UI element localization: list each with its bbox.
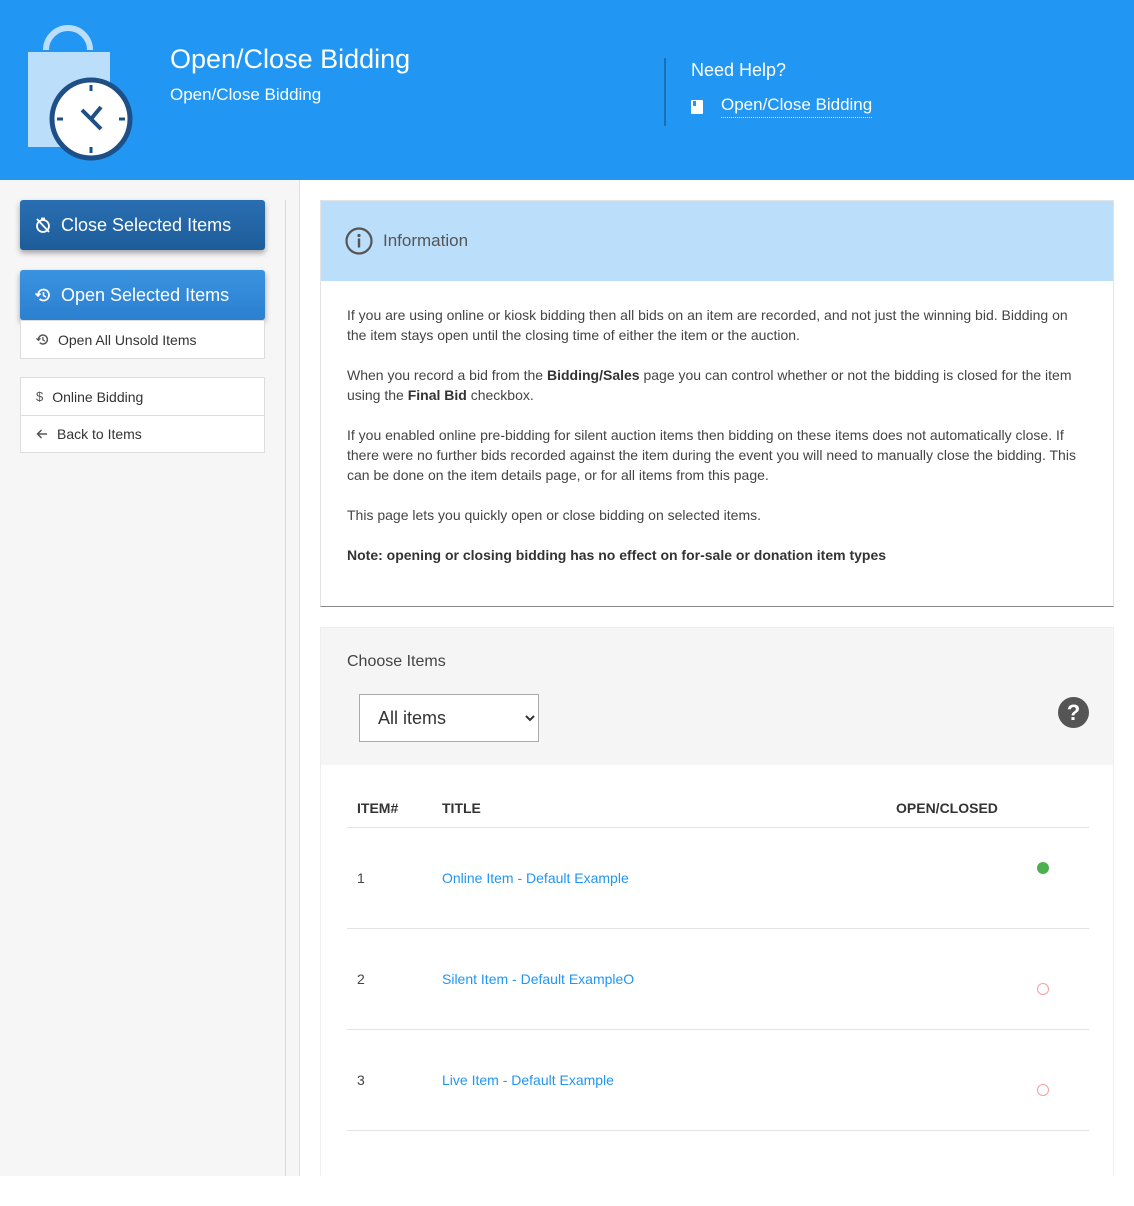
item-number: 1: [357, 870, 365, 886]
info-paragraph-2: When you record a bid from the Bidding/S…: [347, 367, 1072, 403]
info-note: Note: opening or closing bidding has no …: [347, 547, 887, 563]
sidebar-item-online-bidding[interactable]: $ Online Bidding: [21, 378, 264, 415]
column-header-status: OPEN/CLOSED: [896, 800, 998, 816]
online-bidding-label: Online Bidding: [52, 388, 144, 405]
table-row: 1 Online Item - Default Example: [347, 828, 1089, 929]
choose-items-panel: Choose Items All items ? ITEM# TITLE OPE…: [320, 627, 1114, 1187]
table-row: 2 Silent Item - Default ExampleO: [347, 929, 1089, 1030]
sidebar-nav-menu: $ Online Bidding Back to Items: [20, 377, 265, 453]
sidebar-item-back-to-items[interactable]: Back to Items: [21, 415, 264, 452]
help-link[interactable]: Open/Close Bidding: [721, 95, 873, 118]
item-filter-select[interactable]: All items: [359, 694, 539, 742]
information-heading: Information: [383, 231, 469, 250]
final-bid-term: Final Bid: [407, 387, 467, 403]
page-cutoff: [0, 1176, 1134, 1206]
book-icon: [691, 99, 703, 114]
sidebar-divider: [285, 200, 286, 1176]
history-icon: [35, 288, 50, 302]
bidding-sales-term: Bidding/Sales: [547, 367, 640, 383]
open-status-dot[interactable]: [1037, 862, 1049, 874]
column-header-title: TITLE: [442, 800, 481, 816]
table-row: 3 Live Item - Default Example: [347, 1030, 1089, 1131]
help-icon[interactable]: ?: [1058, 697, 1089, 728]
help-title: Need Help?: [691, 60, 787, 80]
item-title-link[interactable]: Online Item - Default Example: [442, 870, 629, 886]
column-header-item: ITEM#: [357, 800, 399, 816]
choose-items-title: Choose Items: [347, 653, 446, 670]
page-title: Open/Close Bidding: [170, 44, 411, 74]
closed-status-dot[interactable]: [1037, 1084, 1049, 1096]
information-panel: Information If you are using online or k…: [320, 200, 1114, 607]
close-selected-items-button[interactable]: Close Selected Items: [20, 200, 265, 250]
open-all-unsold-items-label: Open All Unsold Items: [58, 331, 197, 348]
dollar-icon: $: [36, 389, 44, 404]
closed-status-dot[interactable]: [1037, 983, 1049, 995]
shopping-bag-clock-icon: [28, 25, 133, 161]
table-header-row: ITEM# TITLE OPEN/CLOSED: [347, 791, 1089, 828]
arrow-left-icon: [36, 429, 47, 439]
header-divider: [664, 58, 666, 126]
information-header: Information: [321, 201, 1113, 281]
close-selected-items-label: Close Selected Items: [61, 214, 232, 235]
information-body: If you are using online or kiosk bidding…: [321, 281, 1113, 565]
timer-off-icon: [36, 217, 50, 233]
item-number: 2: [357, 971, 365, 987]
history-icon: [36, 334, 49, 345]
item-title-link[interactable]: Silent Item - Default ExampleO: [442, 971, 634, 987]
open-selected-items-label: Open Selected Items: [61, 284, 230, 305]
choose-items-header: Choose Items All items ?: [321, 628, 1113, 765]
open-all-unsold-box: Open All Unsold Items: [20, 320, 265, 359]
info-paragraph-1: If you are using online or kiosk bidding…: [347, 307, 1068, 343]
page-header: Open/Close Bidding Open/Close Bidding Ne…: [0, 0, 1134, 180]
item-number: 3: [357, 1072, 365, 1088]
item-title-link[interactable]: Live Item - Default Example: [442, 1072, 614, 1088]
page-subtitle: Open/Close Bidding: [170, 85, 322, 104]
items-table: ITEM# TITLE OPEN/CLOSED 1 Online Item - …: [347, 791, 1089, 1131]
help-link-row: Open/Close Bidding: [691, 95, 873, 118]
info-paragraph-4: This page lets you quickly open or close…: [347, 507, 762, 523]
back-to-items-label: Back to Items: [57, 426, 142, 442]
info-icon: [345, 227, 373, 255]
open-selected-items-button[interactable]: Open Selected Items: [20, 270, 265, 320]
open-all-unsold-items-button[interactable]: Open All Unsold Items: [21, 321, 264, 358]
info-paragraph-3: If you enabled online pre-bidding for si…: [347, 427, 1076, 483]
